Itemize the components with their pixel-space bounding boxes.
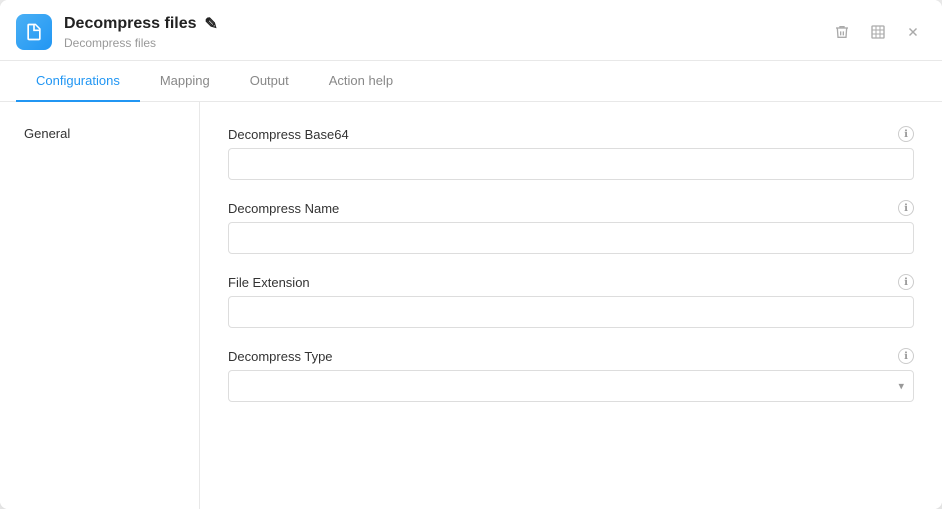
input-decompress-name[interactable] [228, 222, 914, 254]
content-area: General Decompress Base64 ℹ Decompress N… [0, 102, 942, 509]
edit-title-icon[interactable]: ✎ [205, 14, 218, 34]
file-icon [24, 22, 44, 42]
select-wrapper-decompress-type: ▾ [228, 370, 914, 402]
sidebar-item-general[interactable]: General [12, 118, 187, 149]
main-form-area: Decompress Base64 ℹ Decompress Name ℹ Fi… [200, 102, 942, 509]
label-row-decompress-type: Decompress Type ℹ [228, 348, 914, 364]
title-main-row: Decompress files ✎ [64, 14, 218, 34]
title-bar: Decompress files ✎ Decompress files [0, 0, 942, 61]
info-icon-decompress-name[interactable]: ℹ [898, 200, 914, 216]
info-icon-file-extension[interactable]: ℹ [898, 274, 914, 290]
app-window: Decompress files ✎ Decompress files [0, 0, 942, 509]
sidebar: General [0, 102, 200, 509]
label-row-decompress-base64: Decompress Base64 ℹ [228, 126, 914, 142]
label-decompress-base64: Decompress Base64 [228, 127, 349, 142]
tab-configurations[interactable]: Configurations [16, 61, 140, 102]
title-text-group: Decompress files ✎ Decompress files [64, 14, 218, 50]
expand-button[interactable] [864, 20, 892, 44]
label-file-extension: File Extension [228, 275, 310, 290]
select-decompress-type[interactable] [228, 370, 914, 402]
field-group-decompress-type: Decompress Type ℹ ▾ [228, 348, 914, 402]
tab-output[interactable]: Output [230, 61, 309, 102]
input-file-extension[interactable] [228, 296, 914, 328]
app-icon [16, 14, 52, 50]
field-group-file-extension: File Extension ℹ [228, 274, 914, 328]
info-icon-decompress-base64[interactable]: ℹ [898, 126, 914, 142]
field-group-decompress-name: Decompress Name ℹ [228, 200, 914, 254]
tab-bar: Configurations Mapping Output Action hel… [0, 61, 942, 102]
window-subtitle: Decompress files [64, 36, 218, 50]
tab-mapping[interactable]: Mapping [140, 61, 230, 102]
close-button[interactable] [900, 21, 926, 43]
window-title: Decompress files [64, 15, 197, 33]
field-group-decompress-base64: Decompress Base64 ℹ [228, 126, 914, 180]
title-actions [828, 20, 926, 44]
info-icon-decompress-type[interactable]: ℹ [898, 348, 914, 364]
label-row-file-extension: File Extension ℹ [228, 274, 914, 290]
label-row-decompress-name: Decompress Name ℹ [228, 200, 914, 216]
input-decompress-base64[interactable] [228, 148, 914, 180]
label-decompress-type: Decompress Type [228, 349, 333, 364]
tab-action-help[interactable]: Action help [309, 61, 413, 102]
label-decompress-name: Decompress Name [228, 201, 339, 216]
delete-button[interactable] [828, 20, 856, 44]
